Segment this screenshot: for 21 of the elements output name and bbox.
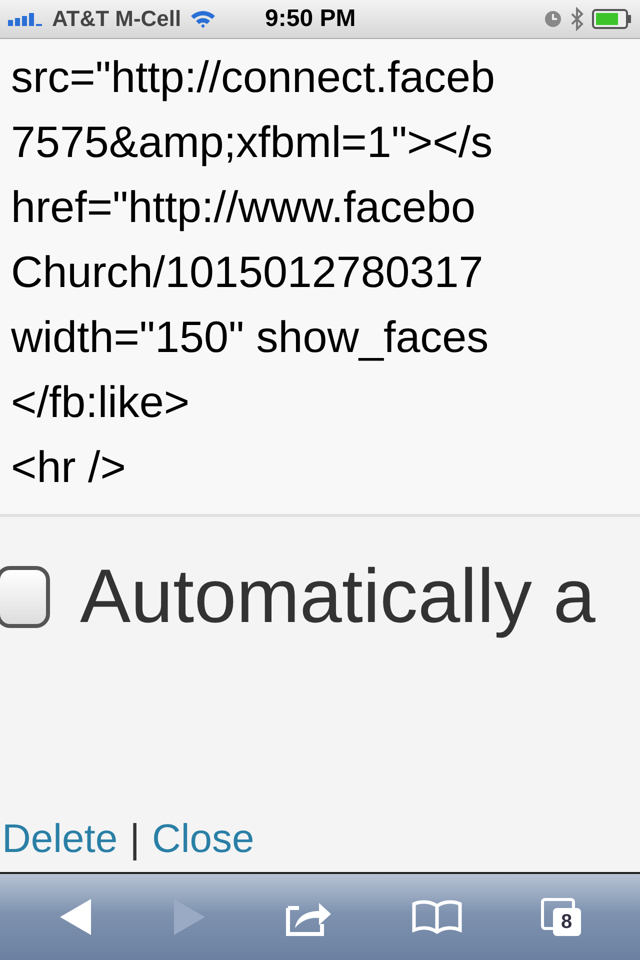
text-link[interactable]: Delete xyxy=(2,817,118,862)
battery-icon xyxy=(592,9,632,29)
checkbox-label: Automatically a xyxy=(80,553,596,640)
wifi-icon xyxy=(189,9,218,29)
clock-icon xyxy=(544,10,562,28)
back-icon[interactable] xyxy=(59,898,94,936)
code-line: <hr /> xyxy=(11,442,127,494)
code-line: Church/1015012780317 xyxy=(11,247,484,299)
text-link[interactable]: Close xyxy=(152,817,254,862)
code-line: href="http://www.facebo xyxy=(11,182,476,234)
bluetooth-icon xyxy=(570,7,584,31)
link-separator: | xyxy=(130,817,140,862)
clock-time: 9:50 PM xyxy=(265,5,356,33)
signal-icon xyxy=(8,12,44,26)
checkbox[interactable] xyxy=(0,566,50,628)
code-line: src="http://connect.faceb xyxy=(11,52,496,104)
code-line: width="150" show_faces xyxy=(11,312,490,364)
code-line: 7575&amp;xfbml=1"></s xyxy=(11,117,494,169)
code-line: </fb:like> xyxy=(11,377,191,429)
book-icon[interactable] xyxy=(412,900,462,934)
carrier-name: AT&T M-Cell xyxy=(52,6,182,32)
